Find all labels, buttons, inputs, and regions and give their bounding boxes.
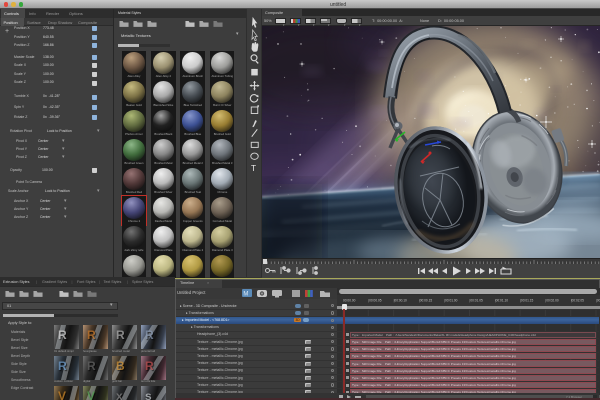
svg-text:|00:00.10: |00:00.10 (394, 299, 407, 303)
svg-text:|00:01.00: |00:01.00 (444, 299, 457, 303)
svg-text:|00:02.00: |00:02.00 (545, 299, 558, 303)
svg-text:00:00.00: 00:00.00 (343, 299, 356, 303)
svg-text:|00:02.10: |00:02.10 (596, 299, 600, 303)
svg-text:|00:00.05: |00:00.05 (368, 299, 381, 303)
svg-text:|00:01.10: |00:01.10 (495, 299, 508, 303)
svg-text:|00:01.05: |00:01.05 (470, 299, 483, 303)
svg-text:T: T (251, 163, 256, 173)
svg-text:|00:00.15: |00:00.15 (419, 299, 432, 303)
svg-text:M: M (243, 292, 248, 298)
svg-text:|00:02.05: |00:02.05 (571, 299, 584, 303)
svg-text:|00:01.15: |00:01.15 (520, 299, 533, 303)
